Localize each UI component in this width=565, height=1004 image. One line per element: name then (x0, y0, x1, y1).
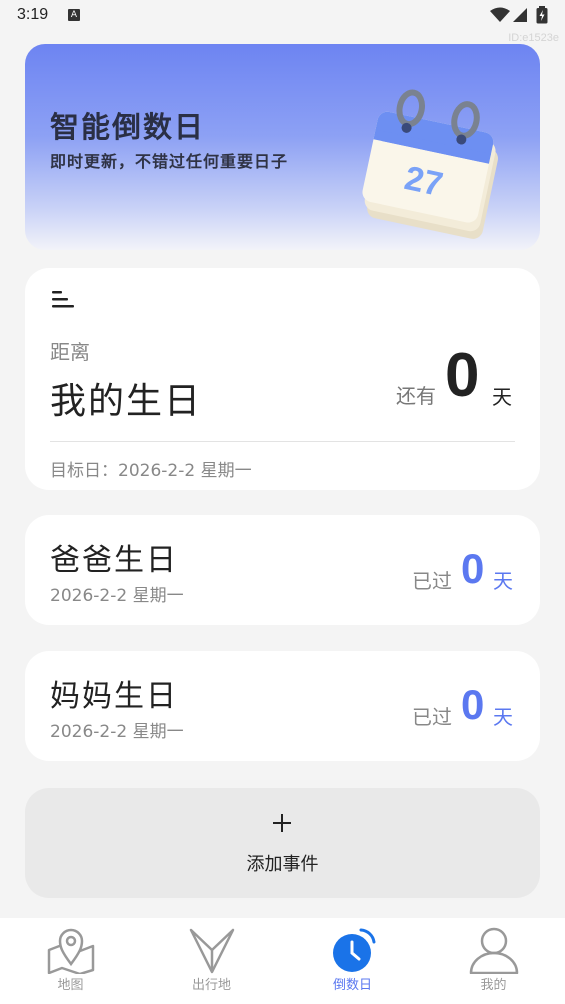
status-time: 3:19 (17, 6, 49, 23)
battery-icon (536, 6, 548, 24)
map-pin-icon (47, 928, 95, 974)
main-countdown-card[interactable]: 距离 我的生日 还有 0 天 目标日：2026-2-2 星期一 (25, 268, 540, 490)
calendar-icon: 27 (362, 89, 499, 239)
countdown-label: 距离 (50, 340, 90, 364)
notification-a-icon: A (68, 9, 80, 21)
tab-label: 倒数日 (332, 978, 372, 993)
add-event-label: 添加事件 (246, 854, 319, 875)
event-title: 爸爸生日 (50, 543, 178, 578)
remain-days-value: 0 (445, 341, 480, 410)
passed-days-value: 0 (461, 681, 485, 728)
passed-unit: 天 (493, 569, 513, 593)
compass-icon (189, 928, 235, 974)
event-title: 妈妈生日 (50, 679, 178, 714)
event-date: 2026-2-2 星期一 (50, 722, 184, 742)
bottom-tab-bar: 地图 出行地 倒数日 我的 (0, 918, 565, 1004)
menu-icon[interactable] (52, 290, 76, 310)
add-event-button[interactable]: 添加事件 (25, 788, 540, 898)
remain-unit: 天 (492, 385, 512, 409)
remain-label: 还有 (396, 384, 436, 408)
tab-label: 出行地 (191, 978, 231, 993)
passed-days-value: 0 (461, 545, 485, 592)
alarm-clock-icon (333, 928, 376, 972)
calendar-number: 27 (401, 159, 446, 204)
user-icon (469, 927, 519, 974)
tab-destinations[interactable]: 出行地 (141, 918, 282, 1004)
passed-label: 已过 (412, 705, 452, 729)
plus-icon (273, 814, 291, 832)
tab-countdown[interactable]: 倒数日 (282, 918, 423, 1004)
tab-label: 地图 (57, 978, 84, 993)
banner-subtitle: 即时更新，不错过任何重要日子 (50, 152, 289, 171)
tab-profile[interactable]: 我的 (423, 918, 564, 1004)
banner: 智能倒数日 即时更新，不错过任何重要日子 27 (25, 44, 540, 250)
banner-title: 智能倒数日 (50, 110, 206, 144)
tab-label: 我的 (480, 978, 507, 993)
wifi-icon (490, 7, 510, 22)
passed-unit: 天 (493, 705, 513, 729)
passed-label: 已过 (412, 569, 452, 593)
status-bar: 3:19 A (0, 0, 565, 32)
event-card[interactable]: 妈妈生日 2026-2-2 星期一 已过 0 天 (25, 651, 540, 761)
event-card[interactable]: 爸爸生日 2026-2-2 星期一 已过 0 天 (25, 515, 540, 625)
tab-map[interactable]: 地图 (0, 918, 141, 1004)
id-tag: ID:e1523e (508, 32, 559, 44)
signal-icon (513, 8, 527, 22)
target-date: 目标日：2026-2-2 星期一 (50, 461, 252, 481)
countdown-title: 我的生日 (50, 381, 203, 422)
divider (50, 441, 515, 442)
event-date: 2026-2-2 星期一 (50, 586, 184, 606)
